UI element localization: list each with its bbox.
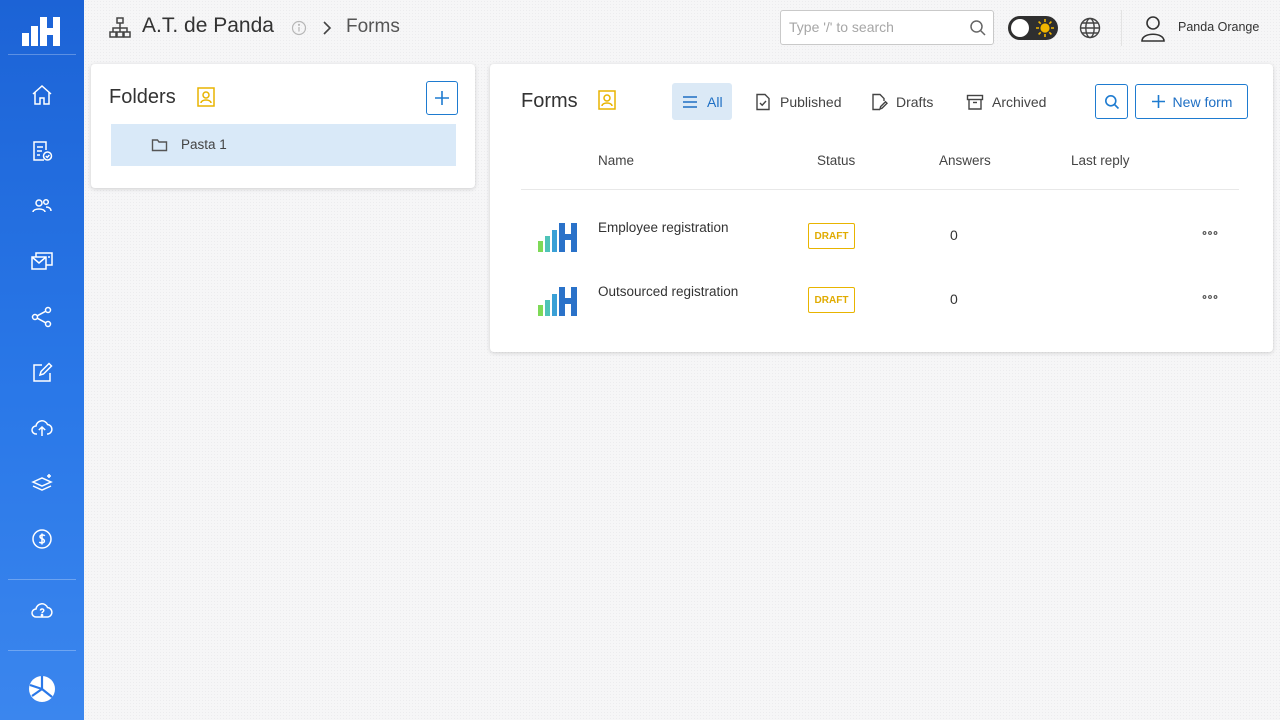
- cloud-help-icon: [31, 603, 53, 618]
- info-icon[interactable]: [291, 20, 307, 36]
- contact-badge-icon: [598, 90, 616, 110]
- tab-label: Drafts: [896, 93, 934, 110]
- home-icon: [32, 84, 52, 105]
- toggle-knob: [1011, 19, 1029, 37]
- form-logo-icon: [538, 287, 577, 316]
- pie-chart-icon: [29, 676, 55, 702]
- sidebar-item-layers[interactable]: [0, 464, 84, 504]
- folder-item[interactable]: Pasta 1: [111, 124, 456, 166]
- forms-panel: Forms All Published Drafts Archived New …: [490, 64, 1273, 352]
- tab-label: All: [707, 93, 723, 110]
- sidebar-item-upload[interactable]: [0, 408, 84, 448]
- answers-count: 0: [950, 291, 958, 307]
- status-badge: DRAFT: [808, 287, 855, 313]
- sidebar: [0, 0, 84, 720]
- app-logo-icon[interactable]: [0, 8, 84, 54]
- column-header-answers[interactable]: Answers: [939, 153, 991, 168]
- search-icon[interactable]: [969, 19, 987, 37]
- edit-icon: [33, 362, 53, 382]
- tab-label: Archived: [992, 93, 1047, 110]
- forms-title: Forms: [521, 90, 578, 112]
- top-header: A.T. de Panda Forms Panda Orange: [84, 0, 1280, 56]
- table-row[interactable]: Employee registration DRAFT 0: [521, 211, 1239, 271]
- column-header-last-reply[interactable]: Last reply: [1071, 153, 1130, 168]
- sidebar-divider: [8, 54, 76, 55]
- dollar-icon: [32, 529, 52, 549]
- folders-title: Folders: [109, 86, 176, 108]
- search-icon: [1104, 94, 1119, 109]
- more-options-button[interactable]: [1199, 223, 1221, 243]
- org-tree-icon: [109, 17, 131, 38]
- forms-check-icon: [33, 141, 53, 161]
- user-avatar-icon[interactable]: [1140, 14, 1166, 42]
- mail-inbox-icon: [31, 252, 53, 270]
- sidebar-item-home[interactable]: [0, 75, 84, 115]
- sidebar-item-edit[interactable]: [0, 353, 84, 393]
- plus-icon: [1151, 95, 1165, 108]
- archive-icon: [966, 94, 984, 110]
- share-icon: [31, 306, 52, 328]
- column-header-status[interactable]: Status: [817, 153, 855, 168]
- search-forms-button[interactable]: [1095, 84, 1128, 119]
- folder-label: Pasta 1: [181, 137, 227, 152]
- globe-icon[interactable]: [1078, 16, 1102, 40]
- tab-all[interactable]: All: [672, 83, 732, 120]
- sidebar-divider: [8, 579, 76, 580]
- column-header-name[interactable]: Name: [598, 153, 634, 168]
- theme-toggle[interactable]: [1008, 16, 1058, 40]
- layers-add-icon: [31, 474, 53, 491]
- search-box[interactable]: [780, 10, 994, 45]
- list-icon: [683, 95, 697, 108]
- chevron-right-icon: [323, 21, 332, 35]
- add-folder-button[interactable]: [426, 81, 458, 115]
- sidebar-item-inbox[interactable]: [0, 241, 84, 281]
- answers-count: 0: [950, 227, 958, 243]
- new-form-label: New form: [1172, 93, 1233, 110]
- ellipsis-icon: [1202, 295, 1218, 299]
- user-name[interactable]: Panda Orange: [1178, 20, 1259, 34]
- search-input[interactable]: [789, 19, 959, 35]
- tab-drafts[interactable]: Drafts: [870, 83, 933, 120]
- header-divider: [1121, 10, 1122, 46]
- sidebar-item-users[interactable]: [0, 186, 84, 226]
- sidebar-item-reports[interactable]: [0, 669, 84, 709]
- form-name[interactable]: Outsourced registration: [598, 284, 738, 299]
- folder-icon: [151, 139, 168, 152]
- sidebar-divider: [8, 650, 76, 651]
- breadcrumb-page: Forms: [346, 16, 400, 37]
- cloud-upload-icon: [31, 420, 53, 436]
- tab-archived[interactable]: Archived: [966, 83, 1046, 120]
- sidebar-item-help[interactable]: [0, 590, 84, 630]
- ellipsis-icon: [1202, 231, 1218, 235]
- form-logo-icon: [538, 223, 577, 252]
- document-check-icon: [756, 93, 770, 110]
- plus-icon: [435, 91, 449, 105]
- contact-badge-icon: [197, 87, 215, 107]
- tab-label: Published: [780, 93, 842, 110]
- table-header-divider: [521, 189, 1239, 190]
- tab-published[interactable]: Published: [754, 83, 842, 120]
- document-edit-icon: [872, 93, 888, 110]
- table-row[interactable]: Outsourced registration DRAFT 0: [521, 275, 1239, 335]
- form-name[interactable]: Employee registration: [598, 220, 729, 235]
- breadcrumb-org[interactable]: A.T. de Panda: [142, 14, 274, 38]
- sidebar-item-billing[interactable]: [0, 519, 84, 559]
- folders-panel: Folders Pasta 1: [91, 64, 475, 188]
- status-badge: DRAFT: [808, 223, 855, 249]
- sun-icon: [1036, 19, 1054, 37]
- sidebar-item-forms[interactable]: [0, 131, 84, 171]
- new-form-button[interactable]: New form: [1135, 84, 1248, 119]
- users-icon: [32, 198, 52, 213]
- sidebar-item-share[interactable]: [0, 297, 84, 337]
- more-options-button[interactable]: [1199, 287, 1221, 307]
